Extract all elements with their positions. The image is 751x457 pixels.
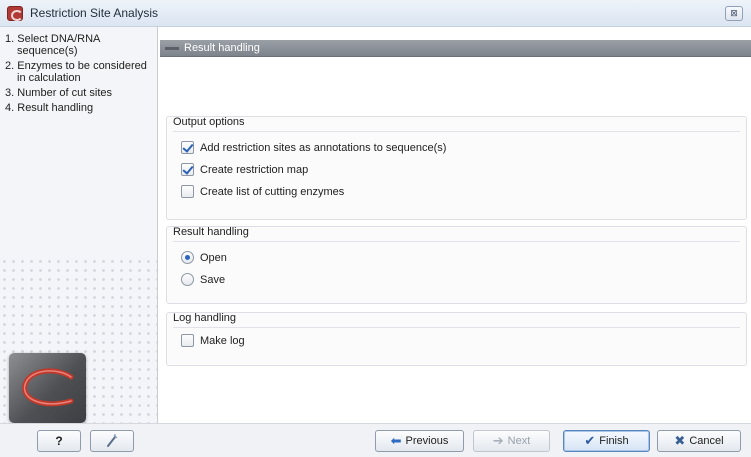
step-label: Select DNA/RNA: [17, 33, 101, 45]
x-icon: ✖: [674, 433, 686, 448]
option-label: Open: [200, 251, 227, 264]
step-item-cut-sites: 3. Number of cut sites: [5, 87, 155, 99]
add-restriction-sites-checkbox[interactable]: [181, 141, 194, 154]
header-dash: [165, 47, 179, 50]
arrow-right-icon: ➔: [492, 433, 504, 448]
group-title: Log handling: [173, 312, 237, 324]
app-logo-icon: [7, 6, 23, 21]
group-title: Result handling: [173, 226, 249, 238]
step-number: 1.: [5, 33, 15, 45]
group-title: Output options: [173, 116, 245, 128]
step-label: Result handling: [17, 102, 94, 114]
finish-button-label: Finish: [599, 435, 629, 447]
section-header-title: Result handling: [184, 42, 260, 54]
group-divider: [173, 327, 740, 328]
save-radio[interactable]: [181, 273, 194, 286]
wand-icon: [107, 434, 118, 447]
window-title: Restriction Site Analysis: [30, 6, 159, 20]
cancel-button-label: Cancel: [689, 435, 724, 447]
help-button[interactable]: ?: [37, 430, 81, 452]
close-icon[interactable]: ⊠: [725, 6, 743, 21]
save-option[interactable]: Save: [181, 273, 225, 286]
option-label: Create list of cutting enzymes: [200, 185, 345, 198]
make-log-option[interactable]: Make log: [181, 334, 245, 347]
create-enzyme-list-checkbox[interactable]: [181, 185, 194, 198]
log-handling-group: Log handling Make log: [166, 312, 747, 366]
option-label: Create restriction map: [200, 163, 309, 176]
steps-panel: 1. Select DNA/RNA sequence(s) 2. Enzymes…: [0, 27, 158, 423]
output-options-group: Output options Add restriction sites as …: [166, 116, 747, 220]
create-restriction-map-checkbox[interactable]: [181, 163, 194, 176]
checkmark-icon: ✔: [584, 433, 596, 448]
make-log-checkbox[interactable]: [181, 334, 194, 347]
add-restriction-sites-option[interactable]: Add restriction sites as annotations to …: [181, 141, 446, 154]
previous-button-label: Previous: [405, 435, 449, 447]
open-option[interactable]: Open: [181, 251, 227, 264]
cancel-button[interactable]: ✖ Cancel: [657, 430, 741, 452]
previous-button[interactable]: ⬅ Previous: [375, 430, 464, 452]
create-enzyme-list-option[interactable]: Create list of cutting enzymes: [181, 185, 344, 198]
option-label: Save: [200, 273, 226, 286]
swoosh-icon: [22, 368, 74, 407]
create-restriction-map-option[interactable]: Create restriction map: [181, 163, 308, 176]
step-list: 1. Select DNA/RNA sequence(s) 2. Enzymes…: [5, 33, 155, 117]
step-number: 2.: [5, 60, 15, 72]
option-label: Add restriction sites as annotations to …: [200, 141, 447, 154]
group-divider: [173, 241, 740, 242]
window-titlebar: Restriction Site Analysis ⊠: [0, 0, 751, 27]
clc-logo: [9, 353, 86, 423]
step-item-enzymes: 2. Enzymes to be considered in calculati…: [5, 60, 155, 84]
button-bar: ? ⬅ Previous ➔ Next ✔ Finish ✖ Cancel: [0, 423, 751, 457]
next-button[interactable]: ➔ Next: [473, 430, 550, 452]
result-handling-group: Result handling Open Save: [166, 226, 747, 304]
help-button-label: ?: [55, 434, 63, 448]
group-divider: [173, 131, 740, 132]
section-header: Result handling: [160, 40, 751, 57]
step-label: Enzymes to be considered: [17, 60, 147, 72]
finish-button[interactable]: ✔ Finish: [563, 430, 650, 452]
step-number: 3.: [5, 87, 15, 99]
arrow-left-icon: ⬅: [390, 433, 402, 448]
open-radio[interactable]: [181, 251, 194, 264]
step-label: Number of cut sites: [17, 87, 113, 99]
restore-defaults-button[interactable]: [90, 430, 134, 452]
step-number: 4.: [5, 102, 15, 114]
next-button-label: Next: [507, 435, 531, 447]
step-item-select-sequence: 1. Select DNA/RNA sequence(s): [5, 33, 155, 57]
step-label-continued: sequence(s): [17, 45, 78, 57]
step-label-continued: in calculation: [17, 72, 81, 84]
option-label: Make log: [200, 334, 245, 347]
step-item-result-handling: 4. Result handling: [5, 102, 155, 114]
